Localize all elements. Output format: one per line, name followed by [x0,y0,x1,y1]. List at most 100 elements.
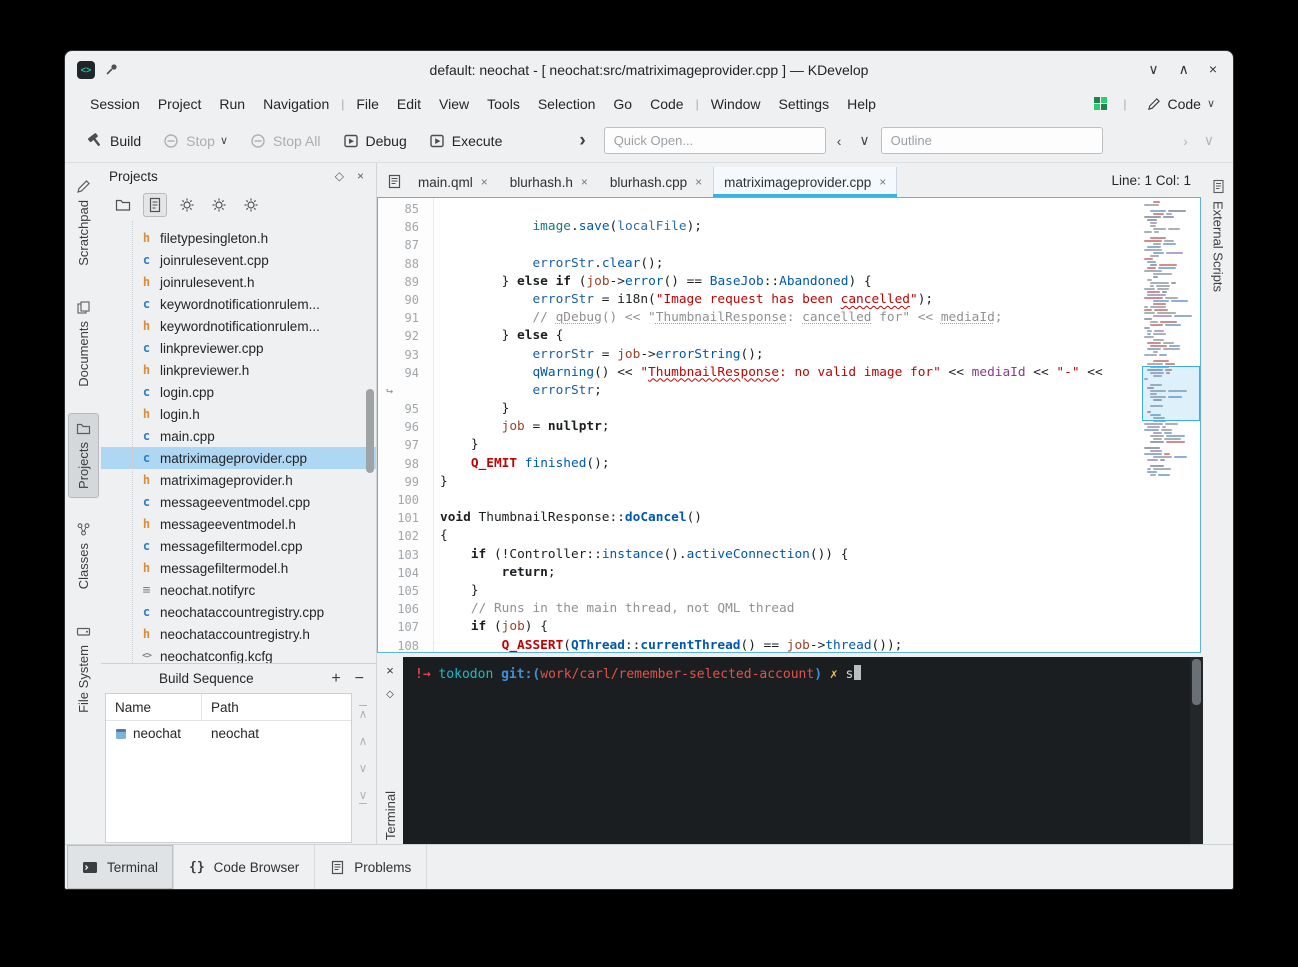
code-line[interactable]: errorStr.clear(); [440,255,1142,273]
outline-dropdown-button[interactable]: ∨ [1197,130,1221,151]
document-list-icon[interactable] [381,167,407,195]
sidebar-tab-classes[interactable]: Classes [68,514,99,599]
tree-item-messagefiltermodel.h[interactable]: hmessagefiltermodel.h [101,557,376,579]
editor-tab-blurhash.h[interactable]: blurhash.h× [499,167,599,197]
code-line[interactable]: errorStr = job->errorString(); [440,346,1142,364]
tab-close-icon[interactable]: × [695,175,702,189]
debug-button[interactable]: Debug [334,127,416,155]
move-to-bottom-button[interactable]: ∨ [359,788,368,804]
menu-project[interactable]: Project [149,93,211,115]
code-line[interactable]: if (!Controller::instance().activeConnec… [440,546,1142,564]
tree-item-neochataccountregistry.cpp[interactable]: cneochataccountregistry.cpp [101,601,376,623]
code-lines[interactable]: image.save(localFile); errorStr.clear();… [434,198,1142,652]
code-line[interactable]: image.save(localFile); [440,218,1142,236]
code-line[interactable]: job = nullptr; [440,418,1142,436]
tree-item-joinrulesevent.cpp[interactable]: cjoinrulesevent.cpp [101,249,376,271]
tree-item-messageeventmodel.h[interactable]: hmessageeventmodel.h [101,513,376,535]
sidebar-tab-documents[interactable]: Documents [68,292,99,397]
add-to-build-button[interactable]: + [331,670,340,688]
tree-scrollbar-thumb[interactable] [366,389,374,473]
tree-item-login.h[interactable]: hlogin.h [101,403,376,425]
menu-navigation[interactable]: Navigation [254,93,338,115]
code-line[interactable]: qWarning() << "ThumbnailResponse: no val… [440,364,1142,382]
code-line[interactable]: Q_ASSERT(QThread::currentThread() == job… [440,637,1142,653]
configure-button[interactable] [175,193,199,217]
build-settings-button[interactable] [207,193,231,217]
sync-document-button[interactable] [143,193,167,217]
code-line[interactable]: Q_EMIT finished(); [440,455,1142,473]
editor-tab-blurhash.cpp[interactable]: blurhash.cpp× [599,167,713,197]
tree-item-keywordnotificationrulem...[interactable]: ckeywordnotificationrulem... [101,293,376,315]
bottom-tab-problems[interactable]: Problems [315,845,427,889]
move-up-button[interactable]: ∧ [359,734,368,748]
tab-close-icon[interactable]: × [481,175,488,189]
outline-input[interactable] [881,127,1103,154]
code-line[interactable]: } else { [440,327,1142,345]
stop-all-button[interactable]: Stop All [241,127,329,155]
remove-from-build-button[interactable]: − [355,670,364,688]
move-down-button[interactable]: ∨ [359,761,368,775]
terminal-screen[interactable]: !→ tokodon git:(work/carl/remember-selec… [403,657,1203,846]
code-line[interactable]: errorStr; [440,382,1142,400]
bottom-tab-terminal[interactable]: Terminal [67,845,174,889]
menu-edit[interactable]: Edit [388,93,430,115]
project-tree[interactable]: hfiletypesingleton.hcjoinrulesevent.cpph… [101,221,376,663]
code-line[interactable]: // Runs in the main thread, not QML thre… [440,600,1142,618]
bottom-tab-code-browser[interactable]: {} Code Browser [174,845,315,889]
terminal-scrollbar[interactable] [1190,657,1203,846]
code-line[interactable] [440,491,1142,509]
code-editor[interactable]: 85868788899091929394↪9596979899100101102… [377,197,1201,653]
column-header-name[interactable]: Name [106,694,202,720]
code-line[interactable]: } [440,400,1142,418]
tree-item-linkpreviewer.h[interactable]: hlinkpreviewer.h [101,359,376,381]
build-sequence-row[interactable]: neochatneochat [106,721,351,746]
menu-run[interactable]: Run [210,93,254,115]
tree-item-neochat.notifyrc[interactable]: ≡neochat.notifyrc [101,579,376,601]
code-line[interactable]: { [440,527,1142,545]
tree-item-keywordnotificationrulem...[interactable]: hkeywordnotificationrulem... [101,315,376,337]
tree-item-matriximageprovider.cpp[interactable]: cmatriximageprovider.cpp [101,447,376,469]
tree-item-messagefiltermodel.cpp[interactable]: cmessagefiltermodel.cpp [101,535,376,557]
code-line[interactable]: return; [440,564,1142,582]
menu-selection[interactable]: Selection [529,93,605,115]
sidebar-tab-projects[interactable]: Projects [68,413,99,499]
area-switcher-icon[interactable] [1093,96,1108,111]
menu-settings[interactable]: Settings [770,93,839,115]
minimap-viewport[interactable] [1142,366,1200,421]
tree-item-filetypesingleton.h[interactable]: hfiletypesingleton.h [101,227,376,249]
menu-session[interactable]: Session [81,93,149,115]
tree-item-messageeventmodel.cpp[interactable]: cmessageeventmodel.cpp [101,491,376,513]
editor-tab-matriximageprovider.cpp[interactable]: matriximageprovider.cpp× [713,167,897,197]
tab-close-icon[interactable]: × [581,175,588,189]
open-project-button[interactable] [111,193,135,217]
editor-tab-main.qml[interactable]: main.qml× [407,167,499,197]
menu-window[interactable]: Window [702,93,770,115]
code-line[interactable]: } [440,473,1142,491]
minimap[interactable] [1142,198,1200,652]
code-line[interactable]: void ThumbnailResponse::doCancel() [440,509,1142,527]
code-line[interactable]: if (job) { [440,618,1142,636]
titlebar[interactable]: <> default: neochat - [ neochat:src/matr… [65,51,1233,88]
detach-terminal-icon[interactable]: ◇ [386,689,394,700]
tree-item-joinrulesevent.h[interactable]: hjoinrulesevent.h [101,271,376,293]
sidebar-tab-file-system[interactable]: File System [68,616,99,723]
code-line[interactable]: } [440,436,1142,454]
menu-view[interactable]: View [430,93,478,115]
tab-close-icon[interactable]: × [879,175,886,189]
tree-item-linkpreviewer.cpp[interactable]: clinkpreviewer.cpp [101,337,376,359]
column-header-path[interactable]: Path [202,700,248,715]
prev-item-button[interactable]: ‹ [830,131,849,151]
menu-code[interactable]: Code [641,93,692,115]
undock-icon[interactable]: ◇ [335,169,344,183]
close-terminal-icon[interactable]: × [386,663,394,678]
code-line[interactable]: } [440,582,1142,600]
tree-item-matriximageprovider.h[interactable]: hmatriximageprovider.h [101,469,376,491]
terminal-scrollbar-thumb[interactable] [1192,659,1201,705]
toolbar-expand-icon[interactable]: › [579,130,585,152]
menu-help[interactable]: Help [838,93,885,115]
quick-open-input[interactable] [604,127,826,154]
code-line[interactable]: errorStr = i18n("Image request has been … [440,291,1142,309]
tree-scrollbar[interactable] [365,221,375,663]
menu-file[interactable]: File [347,93,388,115]
next-item-button[interactable]: › [1176,131,1195,151]
